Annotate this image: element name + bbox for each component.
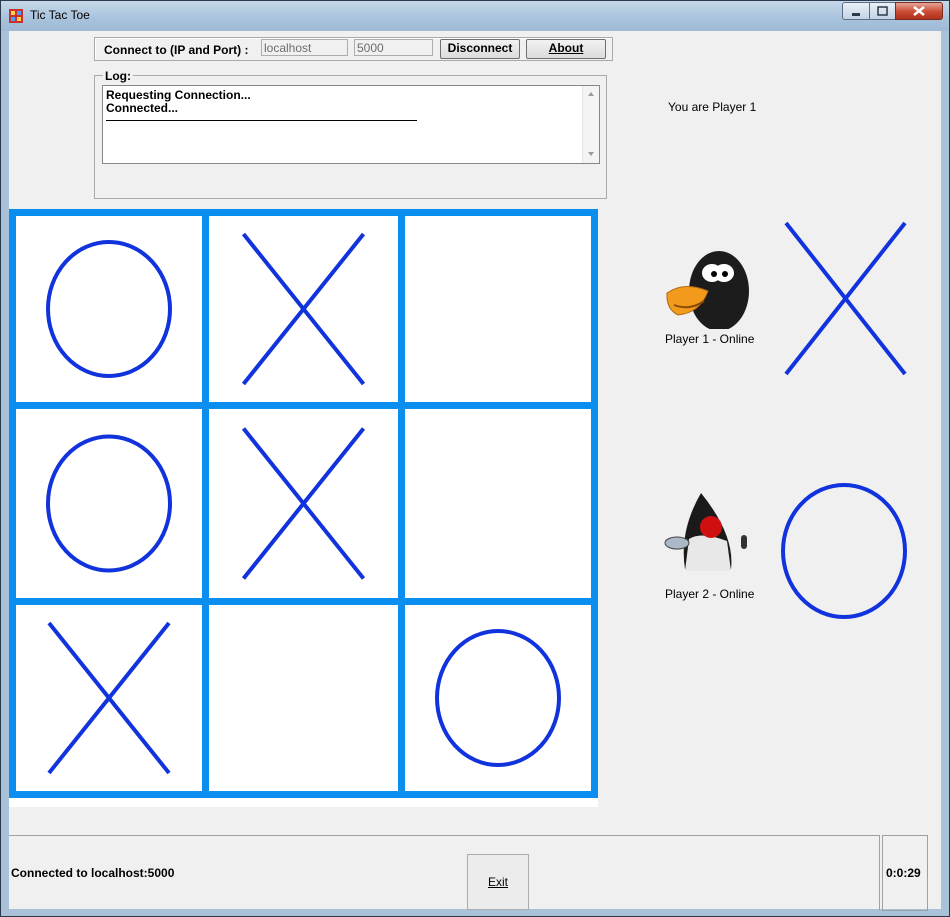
disconnect-button[interactable]: Disconnect	[440, 39, 520, 59]
minimize-button[interactable]	[842, 2, 870, 20]
grid-line	[202, 209, 209, 798]
app-window: Tic Tac Toe Connect to (IP and Port) : l…	[0, 0, 950, 917]
game-board	[9, 209, 598, 807]
board-cell[interactable]	[405, 216, 591, 402]
board-cell[interactable]	[405, 409, 591, 598]
close-button[interactable]	[895, 2, 943, 20]
grid-line	[9, 598, 598, 605]
log-line: Requesting Connection...	[106, 88, 251, 102]
player1-mark-x	[784, 221, 907, 376]
exit-label: Exit	[487, 875, 508, 889]
log-line: Connected...	[106, 101, 179, 115]
board-grid	[9, 209, 598, 798]
connection-label: Connect to (IP and Port) :	[104, 43, 249, 57]
player2-mark-o	[781, 483, 907, 619]
player2-status: Player 2 - Online	[665, 587, 755, 601]
client-area: Connect to (IP and Port) : localhost 500…	[9, 31, 941, 911]
log-divider	[106, 120, 417, 121]
grid-line	[9, 209, 16, 798]
grid-line	[9, 209, 598, 216]
grid-line	[591, 209, 598, 798]
scroll-arrows-icon	[588, 92, 594, 156]
minimize-icon	[852, 13, 860, 16]
about-button[interactable]: About	[526, 39, 606, 59]
log-legend: Log:	[103, 69, 133, 83]
grid-line	[398, 209, 405, 798]
player1-status: Player 1 - Online	[665, 332, 755, 346]
maximize-button[interactable]	[869, 2, 896, 20]
grid-line	[9, 791, 598, 798]
tux-penguin-icon	[666, 251, 749, 329]
board-cell[interactable]	[209, 605, 398, 791]
app-icon	[9, 9, 23, 23]
window-title: Tic Tac Toe	[30, 8, 90, 22]
title-bar[interactable]: Tic Tac Toe	[1, 1, 949, 31]
java-duke-icon	[664, 493, 747, 571]
log-textbox[interactable]: Requesting Connection... Connected...	[102, 85, 600, 164]
close-icon	[913, 6, 925, 16]
log-scrollbar[interactable]	[582, 86, 599, 163]
port-input[interactable]: 5000	[354, 39, 433, 56]
grid-line	[9, 402, 598, 409]
player-info-text: You are Player 1	[668, 100, 757, 114]
connection-status: Connected to localhost:5000	[11, 866, 175, 880]
host-input[interactable]: localhost	[261, 39, 348, 56]
maximize-icon	[877, 6, 888, 16]
exit-button[interactable]: Exit	[467, 854, 529, 910]
game-timer: 0:0:29	[886, 866, 921, 880]
